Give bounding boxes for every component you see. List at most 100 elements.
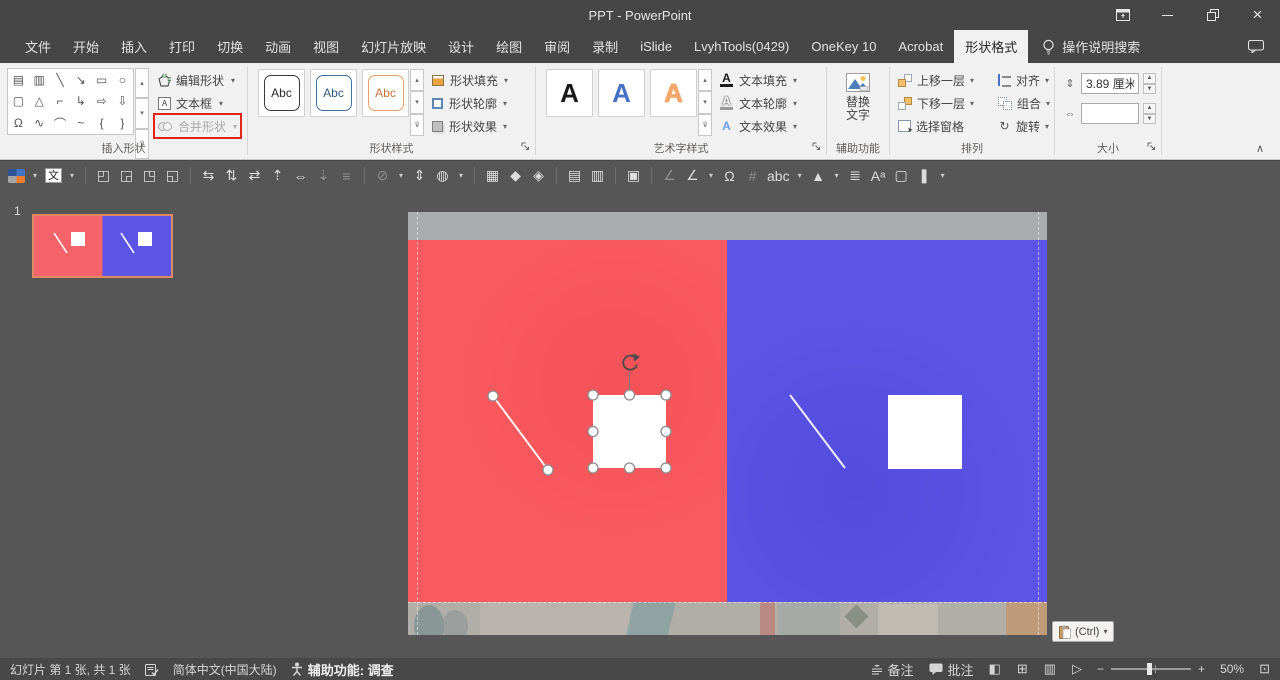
group-button[interactable]: 组合 ▾ (998, 92, 1050, 114)
height-spin-up-button[interactable]: ▲ (1143, 73, 1156, 84)
tab-onekey[interactable]: OneKey 10 (800, 30, 887, 63)
shape-style-preset-2[interactable]: Abc (310, 69, 357, 117)
tab-home[interactable]: 开始 (62, 30, 110, 63)
shape-fill-button[interactable]: 形状填充 ▾ (432, 69, 508, 91)
fit-to-window-button[interactable]: ⊡ (1259, 661, 1270, 677)
tab-lvyhtools[interactable]: LvyhTools(0429) (683, 30, 800, 63)
shape-curve-icon[interactable]: ~ (70, 112, 91, 134)
text-fill-button[interactable]: A 文本填充 ▾ (720, 69, 797, 91)
shape-vertical-textbox-icon[interactable]: ▥ (29, 69, 50, 91)
white-square-red-selected[interactable] (593, 395, 666, 468)
reading-view-icon[interactable]: ▥ (1044, 661, 1056, 677)
text-format-icon[interactable]: 文 (45, 168, 62, 183)
select-objects-icon[interactable]: ▣ (625, 167, 642, 184)
gallery-scroll-up-button[interactable]: ▴ (135, 68, 149, 98)
stretch-width-icon[interactable]: ⇔ (292, 168, 309, 184)
paste-options-button[interactable]: (Ctrl) ▾ (1052, 621, 1114, 642)
theme-colors-dropdown[interactable]: ▾ (31, 171, 39, 180)
edit-points-icon[interactable]: ∠ (661, 167, 678, 184)
width-spin-up-button[interactable]: ▲ (1143, 103, 1156, 114)
shape-right-brace-icon[interactable]: } (112, 112, 133, 134)
wordart-scroll-down-button[interactable]: ▾ (698, 91, 712, 113)
shape-elbow-connector-icon[interactable]: ⌐ (50, 91, 71, 113)
zoom-out-button[interactable]: − (1097, 662, 1104, 676)
shape-styles-dialog-launcher[interactable] (521, 138, 530, 156)
zoom-percentage[interactable]: 50% (1220, 662, 1244, 676)
accessibility-checker-button[interactable]: 辅助功能: 调查 (291, 660, 394, 679)
zoom-in-button[interactable]: + (1198, 662, 1205, 676)
zoom-slider-thumb[interactable] (1147, 663, 1152, 675)
shape-merge-tool-icon[interactable]: ◍ (434, 167, 451, 184)
styles-scroll-down-button[interactable]: ▾ (410, 91, 424, 113)
shape-rectangle-icon[interactable]: ▭ (91, 69, 112, 91)
no-fill-dropdown[interactable]: ▾ (397, 171, 405, 180)
swap-horizontal-icon[interactable]: ⇆ (200, 167, 217, 184)
bring-to-front-icon[interactable]: ◰ (95, 167, 112, 184)
send-to-back-icon[interactable]: ◲ (118, 167, 135, 184)
alt-text-button[interactable]: 替换 文字 (840, 70, 876, 125)
tab-acrobat[interactable]: Acrobat (887, 30, 954, 63)
picture-rotate-icon[interactable]: ▲ (810, 168, 827, 184)
white-square-blue[interactable] (888, 395, 962, 469)
theme-colors-icon[interactable] (8, 169, 25, 183)
rotate-button[interactable]: ↻ 旋转 ▾ (998, 115, 1050, 137)
change-case-icon[interactable]: Aᵃ (870, 168, 887, 184)
tab-shape-format[interactable]: 形状格式 (954, 30, 1028, 63)
wordart-preset-2[interactable]: A (598, 69, 645, 117)
edit-shape-button[interactable]: 编辑形状 ▾ (155, 69, 240, 91)
cube-3d-icon[interactable]: ◈ (530, 167, 547, 184)
text-format-dropdown[interactable]: ▾ (68, 171, 76, 180)
tab-animations[interactable]: 动画 (254, 30, 302, 63)
shape-line-icon[interactable]: ╲ (50, 69, 71, 91)
shape-height-input[interactable] (1081, 73, 1139, 94)
toolbar-overflow-icon[interactable]: ▾ (939, 171, 947, 180)
tab-design[interactable]: 设计 (437, 30, 485, 63)
tab-review[interactable]: 审阅 (533, 30, 581, 63)
grid-tool-icon[interactable]: # (744, 168, 761, 184)
shape-merge-dropdown[interactable]: ▾ (457, 171, 465, 180)
tab-slideshow[interactable]: 幻灯片放映 (350, 30, 437, 63)
send-backward-button[interactable]: 下移一层 ▾ (898, 92, 994, 114)
wordart-preset-1[interactable]: A (546, 69, 593, 117)
tab-islide[interactable]: iSlide (629, 30, 683, 63)
shape-right-arrow-icon[interactable]: ⇨ (91, 91, 112, 113)
height-spin-down-button[interactable]: ▼ (1143, 84, 1156, 95)
tab-draw[interactable]: 绘图 (485, 30, 533, 63)
slide-canvas[interactable] (408, 212, 1047, 635)
styles-scroll-up-button[interactable]: ▴ (410, 69, 424, 91)
shape-left-brace-icon[interactable]: { (91, 112, 112, 134)
selection-pane-button[interactable]: 选择窗格 (898, 115, 994, 137)
frame-tool-icon[interactable]: ▢ (893, 167, 910, 184)
vertical-textbox-icon[interactable]: ▥ (589, 167, 606, 184)
stacked-objects-icon[interactable]: ❚ (916, 167, 933, 184)
diagonal-line-red-selected[interactable] (493, 396, 548, 470)
shape-elbow-arrow-icon[interactable]: ↳ (70, 91, 91, 113)
wordart-scroll-up-button[interactable]: ▴ (698, 69, 712, 91)
notes-button[interactable]: 备注 (871, 660, 914, 679)
merge-shapes-button[interactable]: 合并形状 ▾ (155, 115, 240, 137)
shape-freeform-icon[interactable]: Ω (8, 112, 29, 134)
close-button[interactable]: × (1235, 0, 1280, 30)
shape-textbox-icon[interactable]: ▤ (8, 69, 29, 91)
text-outline-button[interactable]: A 文本轮廓 ▾ (720, 92, 797, 114)
tab-record[interactable]: 录制 (581, 30, 629, 63)
tab-insert[interactable]: 插入 (110, 30, 158, 63)
picture-rotate-dropdown[interactable]: ▾ (833, 171, 841, 180)
shape-outline-button[interactable]: 形状轮廓 ▾ (432, 92, 508, 114)
tell-me-search[interactable]: 操作说明搜索 (1042, 30, 1140, 63)
shape-triangle-icon[interactable]: △ (29, 91, 50, 113)
wordart-preset-3[interactable]: A (650, 69, 697, 117)
shape-style-preset-1[interactable]: Abc (258, 69, 305, 117)
distribute-icon[interactable]: ≡ (338, 168, 355, 184)
rotation-handle[interactable] (623, 354, 640, 370)
freeform-tool-icon[interactable]: Ω (721, 168, 738, 184)
wordart-more-button[interactable]: ⊽ (698, 114, 712, 136)
line-endpoint-handle[interactable] (488, 391, 498, 401)
minimize-button[interactable] (1145, 0, 1190, 30)
shape-down-arrow-icon[interactable]: ⇩ (112, 91, 133, 113)
resize-height-icon[interactable]: ⇕ (411, 167, 428, 184)
collapse-ribbon-button[interactable]: ∧ (1256, 142, 1264, 155)
swap-vertical-icon[interactable]: ⇅ (223, 167, 240, 184)
edit-shape-points-icon[interactable]: ∠ (684, 167, 701, 184)
tab-file[interactable]: 文件 (14, 30, 62, 63)
